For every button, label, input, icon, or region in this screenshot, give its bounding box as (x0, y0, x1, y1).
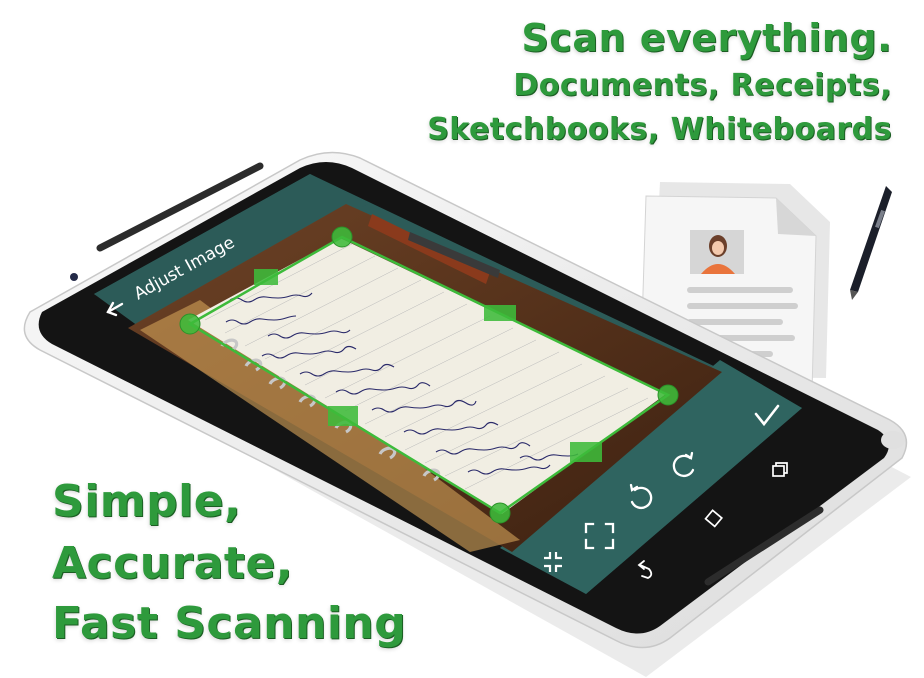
tagline-simple: Simple, (52, 476, 242, 527)
crop-corner-top-right[interactable] (331, 226, 353, 248)
tagline-fast-scanning: Fast Scanning (52, 598, 407, 649)
crop-corner-bottom-left[interactable] (489, 502, 511, 524)
headline: Scan everything. (521, 16, 892, 60)
subline-documents-receipts: Documents, Receipts, (513, 68, 892, 103)
crop-handle-top[interactable] (254, 269, 278, 285)
crop-handle-left[interactable] (328, 406, 358, 426)
crop-corner-bottom-right[interactable] (657, 384, 679, 406)
front-camera (70, 273, 78, 281)
subline-sketchbooks-whiteboards: Sketchbooks, Whiteboards (427, 112, 892, 147)
camera-bump (881, 431, 905, 449)
pen-icon (850, 186, 892, 300)
crop-corner-top-left[interactable] (179, 313, 201, 335)
crop-handle-right[interactable] (484, 305, 516, 321)
crop-handle-bottom[interactable] (570, 442, 602, 462)
tagline-accurate: Accurate, (52, 538, 294, 589)
